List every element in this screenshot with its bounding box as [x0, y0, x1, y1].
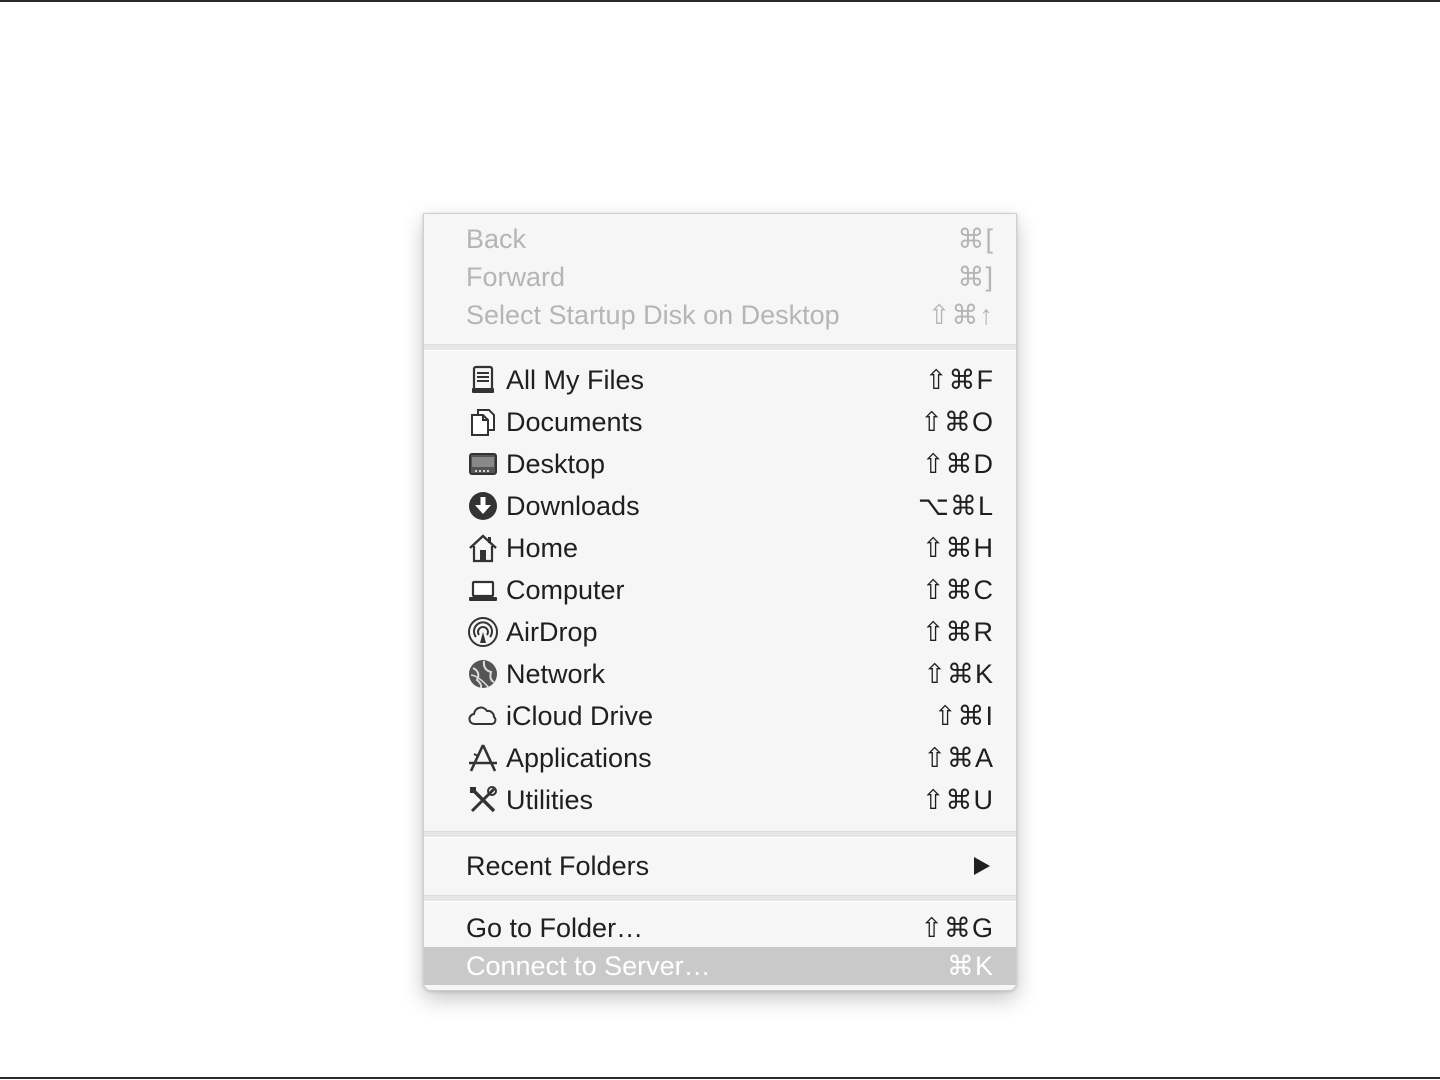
menu-item-select-startup-disk[interactable]: Select Startup Disk on Desktop ⇧⌘↑	[424, 296, 1016, 334]
recent-section: Recent Folders	[424, 838, 1016, 895]
menu-item-label: Forward	[466, 261, 566, 292]
menu-separator	[424, 895, 1016, 902]
menu-item-connect-to-server[interactable]: Connect to Server… ⌘K	[424, 947, 1016, 985]
menu-item-icloud-drive[interactable]: iCloud Drive ⇧⌘I	[424, 695, 1016, 737]
shortcut-label: ⌘[	[957, 223, 994, 254]
menu-item-label: iCloud Drive	[506, 700, 654, 731]
menu-item-label: Applications	[506, 742, 652, 773]
menu-item-label: Utilities	[506, 784, 594, 815]
menu-item-forward[interactable]: Forward ⌘]	[424, 258, 1016, 296]
nav-section: Back ⌘[ Forward ⌘] Select Startup Disk o…	[424, 214, 1016, 344]
applications-icon	[466, 741, 500, 775]
frame-bottom-border	[0, 1077, 1440, 1079]
menu-item-label: Connect to Server…	[466, 950, 711, 981]
menu-item-utilities[interactable]: Utilities ⇧⌘U	[424, 779, 1016, 821]
menu-item-label: Network	[506, 658, 606, 689]
menu-item-computer[interactable]: Computer ⇧⌘C	[424, 569, 1016, 611]
icloud-icon	[466, 699, 500, 733]
actions-section: Go to Folder… ⇧⌘G Connect to Server… ⌘K	[424, 902, 1016, 985]
menu-item-desktop[interactable]: Desktop ⇧⌘D	[424, 443, 1016, 485]
shortcut-label: ⇧⌘G	[920, 912, 994, 943]
menu-item-home[interactable]: Home ⇧⌘H	[424, 527, 1016, 569]
airdrop-icon	[466, 615, 500, 649]
network-icon	[466, 657, 500, 691]
menu-item-network[interactable]: Network ⇧⌘K	[424, 653, 1016, 695]
go-menu: Back ⌘[ Forward ⌘] Select Startup Disk o…	[423, 213, 1017, 991]
shortcut-label: ⇧⌘C	[921, 574, 994, 605]
menu-separator	[424, 344, 1016, 351]
places-section: All My Files ⇧⌘F Documents ⇧⌘O Desktop ⇧…	[424, 351, 1016, 831]
shortcut-label: ⇧⌘R	[921, 616, 994, 647]
shortcut-label: ⇧⌘↑	[927, 299, 994, 330]
utilities-icon	[466, 783, 500, 817]
documents-icon	[466, 405, 500, 439]
menu-item-applications[interactable]: Applications ⇧⌘A	[424, 737, 1016, 779]
menu-item-label: Select Startup Disk on Desktop	[466, 299, 840, 330]
shortcut-label: ⌥⌘L	[917, 490, 994, 521]
menu-item-label: Home	[506, 532, 579, 563]
frame-top-border	[0, 0, 1440, 2]
shortcut-label: ⌘K	[946, 950, 994, 981]
menu-item-label: Back	[466, 223, 527, 254]
menu-item-go-to-folder[interactable]: Go to Folder… ⇧⌘G	[424, 909, 1016, 947]
menu-item-label: AirDrop	[506, 616, 598, 647]
menu-item-airdrop[interactable]: AirDrop ⇧⌘R	[424, 611, 1016, 653]
menu-item-all-my-files[interactable]: All My Files ⇧⌘F	[424, 359, 1016, 401]
shortcut-label: ⇧⌘I	[933, 700, 994, 731]
all-files-icon	[466, 363, 500, 397]
menu-item-documents[interactable]: Documents ⇧⌘O	[424, 401, 1016, 443]
menu-item-label: All My Files	[506, 364, 645, 395]
desktop-icon	[466, 447, 500, 481]
menu-item-label: Recent Folders	[466, 850, 650, 881]
menu-item-recent-folders[interactable]: Recent Folders	[424, 845, 1016, 887]
menu-item-label: Desktop	[506, 448, 606, 479]
submenu-arrow-icon	[974, 857, 990, 875]
menu-item-label: Computer	[506, 574, 625, 605]
computer-icon	[466, 573, 500, 607]
shortcut-label: ⇧⌘O	[920, 406, 994, 437]
shortcut-label: ⇧⌘U	[921, 784, 994, 815]
menu-separator	[424, 831, 1016, 838]
home-icon	[466, 531, 500, 565]
shortcut-label: ⇧⌘K	[923, 658, 994, 689]
shortcut-label: ⇧⌘F	[924, 364, 994, 395]
shortcut-label: ⌘]	[957, 261, 994, 292]
menu-item-downloads[interactable]: Downloads ⌥⌘L	[424, 485, 1016, 527]
downloads-icon	[466, 489, 500, 523]
shortcut-label: ⇧⌘D	[921, 448, 994, 479]
menu-item-label: Go to Folder…	[466, 912, 644, 943]
menu-item-back[interactable]: Back ⌘[	[424, 220, 1016, 258]
shortcut-label: ⇧⌘A	[923, 742, 994, 773]
shortcut-label: ⇧⌘H	[921, 532, 994, 563]
